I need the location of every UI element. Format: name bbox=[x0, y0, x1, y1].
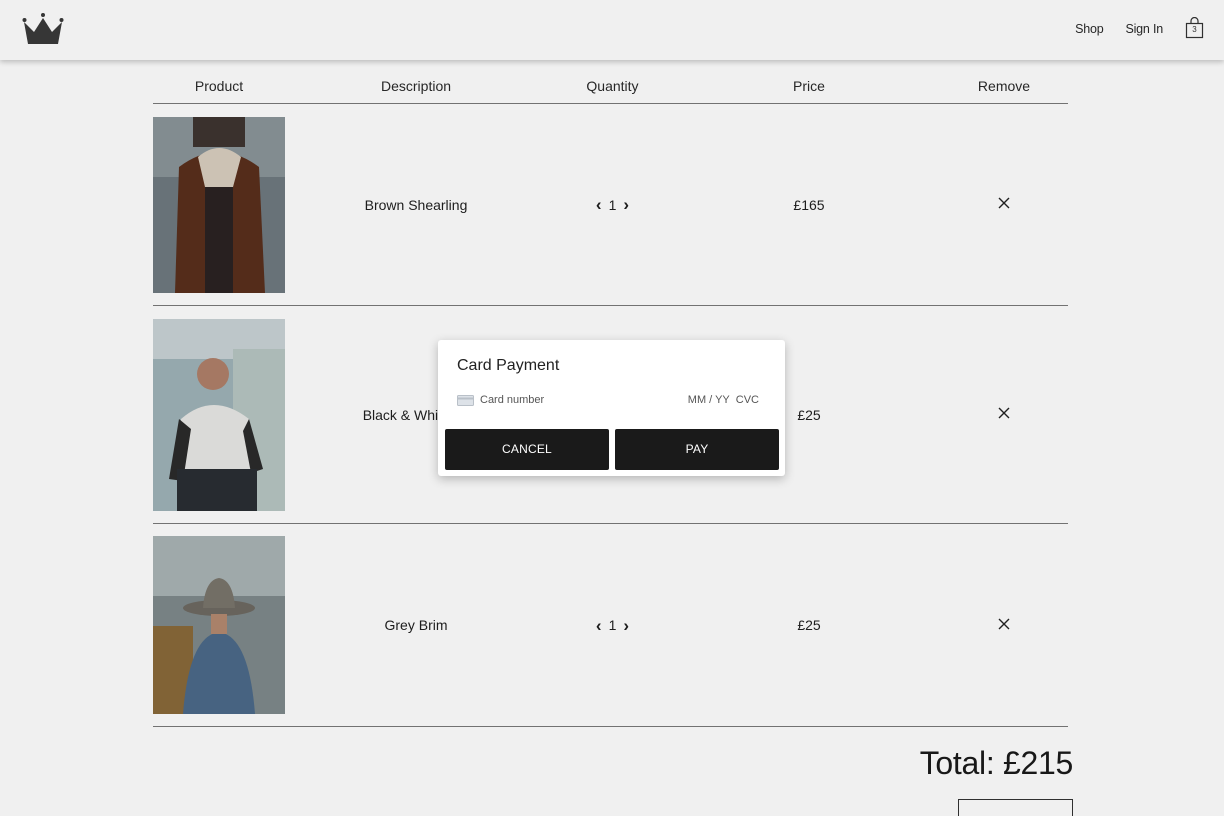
cvc-input[interactable]: CVC bbox=[736, 394, 759, 406]
credit-card-icon bbox=[457, 394, 474, 406]
card-payment-modal: Card Payment Card number MM / YY CVC CANC… bbox=[438, 340, 785, 476]
card-expiry-cvc: MM / YY CVC bbox=[688, 394, 759, 406]
card-input-field[interactable]: Card number MM / YY CVC bbox=[457, 392, 759, 408]
pay-button[interactable]: PAY bbox=[615, 429, 779, 470]
expiry-input[interactable]: MM / YY bbox=[688, 394, 730, 406]
cancel-button[interactable]: CANCEL bbox=[445, 429, 609, 470]
modal-title: Card Payment bbox=[457, 357, 560, 374]
card-number-input[interactable]: Card number bbox=[480, 394, 544, 406]
